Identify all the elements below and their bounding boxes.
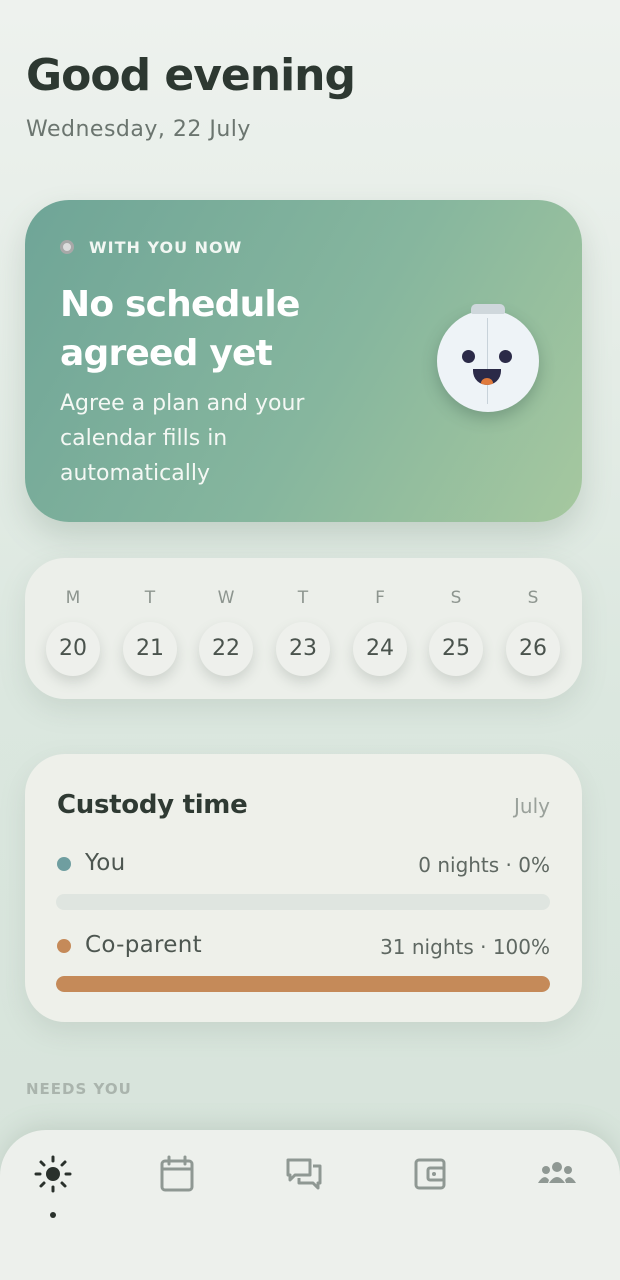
needs-you-heading: NEEDS YOU (26, 1080, 132, 1098)
sun-icon (34, 1155, 72, 1193)
day-number[interactable]: 20 (46, 622, 100, 676)
you-stat: 0 nights · 0% (418, 853, 550, 877)
day-cell[interactable]: F 24 (352, 558, 408, 699)
day-letter: T (297, 588, 309, 608)
day-letter: W (217, 588, 235, 608)
day-cell[interactable]: T 21 (122, 558, 178, 699)
nav-wallet[interactable] (408, 1152, 452, 1196)
bottom-nav (0, 1130, 620, 1280)
coparent-label: Co-parent (85, 932, 202, 958)
coparent-progress-fill (56, 976, 550, 992)
you-dot (57, 857, 71, 871)
day-letter: F (375, 588, 385, 608)
greeting: Good evening (26, 50, 356, 101)
day-cell[interactable]: T 23 (275, 558, 331, 699)
day-number[interactable]: 23 (276, 622, 330, 676)
custody-title: Custody time (57, 790, 248, 820)
week-strip: M 20 T 21 W 22 T 23 F 24 S 25 S 26 (25, 558, 582, 699)
status-card[interactable]: WITH YOU NOW No schedule agreed yet Agre… (25, 200, 582, 522)
day-number[interactable]: 22 (199, 622, 253, 676)
day-letter: S (527, 588, 539, 608)
nav-today[interactable] (31, 1152, 75, 1196)
custody-card[interactable]: Custody time July You 0 nights · 0% Co-p… (25, 754, 582, 1022)
coparent-progress-bar (56, 976, 550, 992)
day-letter: M (65, 588, 81, 608)
status-subtitle: Agree a plan and your calendar fills in … (60, 391, 305, 486)
day-number[interactable]: 21 (123, 622, 177, 676)
wallet-icon (414, 1158, 446, 1190)
you-progress-bar (56, 894, 550, 910)
chat-icon (286, 1158, 322, 1190)
day-number[interactable]: 25 (429, 622, 483, 676)
day-letter: S (450, 588, 462, 608)
custody-month: July (514, 794, 550, 818)
status-label: WITH YOU NOW (89, 238, 243, 257)
current-date: Wednesday, 22 July (26, 117, 251, 142)
coparent-dot (57, 939, 71, 953)
people-icon (538, 1162, 576, 1183)
robot-face-icon (437, 304, 539, 412)
status-title: No schedule agreed yet (60, 284, 300, 374)
status-dot (60, 240, 74, 254)
day-cell[interactable]: S 26 (505, 558, 561, 699)
day-number[interactable]: 26 (506, 622, 560, 676)
coparent-stat: 31 nights · 100% (380, 935, 550, 959)
day-letter: T (144, 588, 156, 608)
you-label: You (85, 850, 126, 876)
nav-calendar[interactable] (155, 1152, 199, 1196)
day-number[interactable]: 24 (353, 622, 407, 676)
calendar-icon (160, 1155, 194, 1192)
day-cell[interactable]: W 22 (198, 558, 254, 699)
active-tab-indicator (50, 1212, 56, 1218)
day-cell[interactable]: S 25 (428, 558, 484, 699)
day-cell[interactable]: M 20 (45, 558, 101, 699)
nav-family[interactable] (535, 1152, 579, 1196)
nav-messages[interactable] (282, 1152, 326, 1196)
